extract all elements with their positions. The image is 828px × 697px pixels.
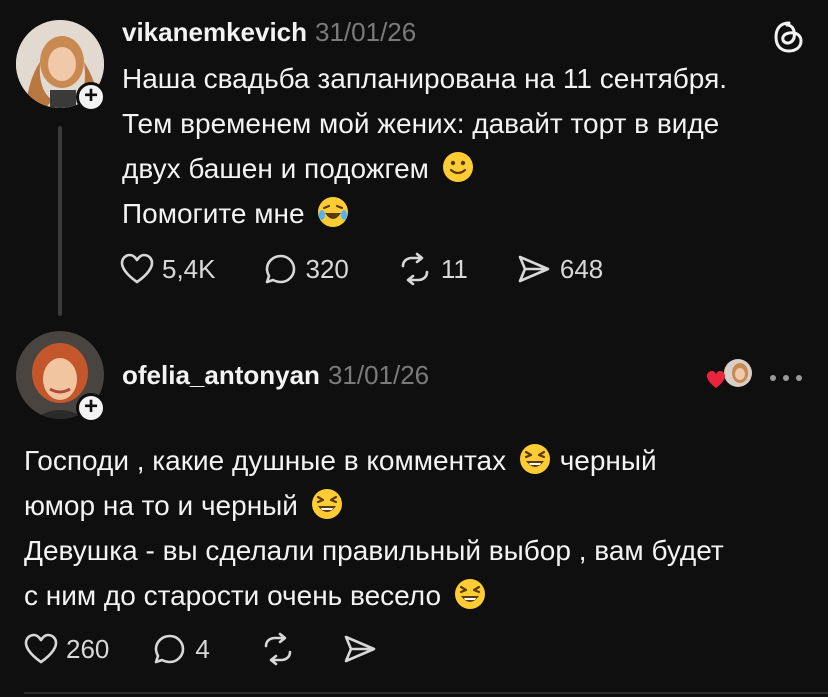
tears-of-joy-emoji [318, 197, 349, 227]
thread-line [58, 126, 62, 316]
author-liked-icon [707, 359, 752, 388]
send-icon [344, 635, 376, 663]
like-button[interactable]: 260 [24, 633, 109, 665]
threads-icon[interactable] [772, 20, 806, 54]
reply-count: 4 [195, 633, 210, 664]
comment-text-line: Девушка - вы сделали правильный выбор , … [24, 535, 724, 566]
post-actions: 5,4K 320 11 648 [120, 252, 603, 286]
divider [24, 692, 828, 694]
comment-actions: 260 4 [24, 632, 378, 666]
post-body: Наша свадьба запланирована на 11 сентябр… [122, 56, 812, 236]
reply-button[interactable]: 320 [264, 252, 349, 286]
heart-icon [24, 633, 58, 664]
post-text-line: Помогите мне [122, 191, 812, 236]
repost-button[interactable]: 11 [397, 252, 468, 286]
comment-header: ofelia_antonyan 31/01/26 [122, 360, 429, 391]
post-text-line: двух башен и подожгем [122, 146, 812, 191]
comment-icon [155, 634, 185, 664]
post-follow-button[interactable]: + [76, 82, 106, 112]
post-text-line: Наша свадьба запланирована на 11 сентябр… [122, 63, 728, 94]
reply-button[interactable]: 4 [153, 632, 210, 666]
share-button[interactable]: 648 [516, 252, 603, 286]
comment-text-line: юмор на то и черный [24, 483, 814, 528]
repost-icon [264, 632, 292, 666]
slightly-smiling-face-emoji [442, 152, 473, 182]
post-username[interactable]: vikanemkevich [122, 17, 307, 48]
grinning-squinting-face-emoji [311, 489, 342, 519]
comment-icon [265, 254, 295, 284]
repost-count: 11 [440, 253, 468, 284]
heart-icon [120, 253, 154, 284]
comment-follow-button[interactable]: + [76, 393, 106, 423]
repost-button[interactable] [260, 632, 296, 666]
comment-body: Господи , какие душные в комментах черны… [24, 438, 814, 618]
like-button[interactable]: 5,4K [120, 253, 216, 285]
post-text-line: Тем временем мой жених: давайт торт в ви… [122, 108, 720, 139]
comment-username[interactable]: ofelia_antonyan [122, 360, 320, 391]
liked-by-author-indicator[interactable] [706, 356, 754, 392]
grinning-squinting-face-emoji [454, 579, 485, 609]
post-date[interactable]: 31/01/26 [315, 17, 416, 48]
like-count: 260 [66, 633, 110, 664]
post-header: vikanemkevich 31/01/26 [122, 17, 416, 48]
grinning-squinting-face-emoji [519, 444, 550, 474]
more-icon[interactable] [768, 370, 804, 381]
send-icon [518, 255, 550, 283]
share-count: 648 [559, 253, 604, 284]
repost-icon [401, 252, 429, 286]
comment-text-line: Господи , какие душные в комментах черны… [24, 438, 814, 483]
reply-count: 320 [305, 253, 349, 284]
comment-date[interactable]: 31/01/26 [328, 360, 429, 391]
share-button[interactable] [342, 632, 378, 666]
comment-text-line: с ним до старости очень весело [24, 573, 814, 618]
like-count: 5,4K [162, 253, 216, 284]
